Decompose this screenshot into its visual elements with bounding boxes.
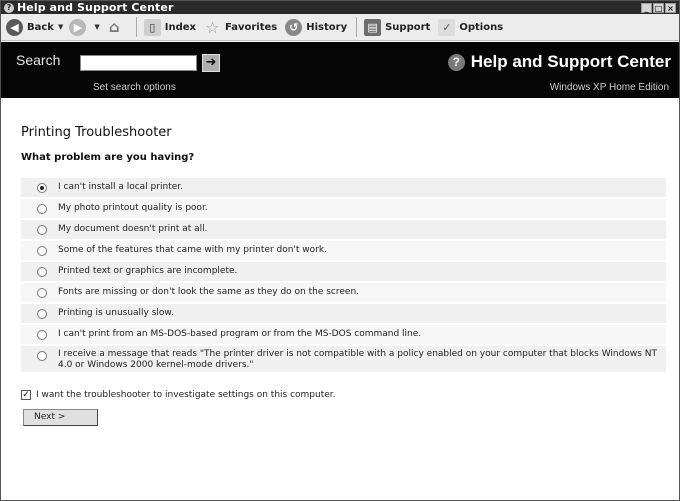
problem-option-label: I can't install a local printer. [58,182,183,192]
problem-option[interactable]: I receive a message that reads "The prin… [21,346,666,372]
problem-option[interactable]: My photo printout quality is poor. [21,199,666,218]
problem-option[interactable]: Fonts are missing or don't look the same… [21,283,666,302]
options-label: Options [459,21,504,33]
window-controls: _ □ × [641,2,676,13]
radio-button[interactable] [37,266,47,277]
investigate-label: I want the troubleshooter to investigate… [36,390,336,400]
forward-dropdown-icon[interactable]: ▼ [94,23,99,31]
radio-button[interactable] [37,329,47,340]
index-button[interactable]: ▯ Index [141,16,199,38]
help-and-support-window: ? Help and Support Center _ □ × ◀ Back ▼… [0,0,680,501]
windows-edition: Windows XP Home Edition [549,82,669,93]
set-search-options-link[interactable]: Set search options [93,82,176,93]
back-dropdown-icon[interactable]: ▼ [58,23,63,31]
help-center-header: Search ➜ Set search options ? Help and S… [1,42,679,98]
options-icon: ✓ [438,18,456,36]
help-question-icon: ? [447,53,465,71]
problem-option-label: I receive a message that reads "The prin… [58,349,658,370]
problem-option[interactable]: My document doesn't print at all. [21,220,666,239]
toolbar-separator [135,17,137,37]
support-icon: ▤ [364,18,382,36]
radio-button[interactable] [37,287,47,298]
problem-option[interactable]: Some of the features that came with my p… [21,241,666,260]
page-title: Printing Troubleshooter [21,125,172,140]
investigate-checkbox[interactable]: ✓ [21,390,31,400]
help-center-title-text: Help and Support Center [470,52,671,71]
title-bar: ? Help and Support Center _ □ × [1,1,679,14]
problem-options-list: I can't install a local printer. My phot… [21,178,666,374]
index-book-icon: ▯ [143,18,161,36]
support-button[interactable]: ▤ Support [361,16,433,38]
back-arrow-icon: ◀ [6,18,23,36]
close-icon[interactable]: × [665,2,676,13]
problem-option-label: Printed text or graphics are incomplete. [58,266,238,276]
next-button[interactable]: Next > [23,409,98,426]
history-clock-icon: ↺ [285,18,303,36]
search-go-button[interactable]: ➜ [202,54,220,72]
favorites-button[interactable]: ☆ Favorites [201,16,280,38]
problem-option[interactable]: I can't print from an MS-DOS-based progr… [21,325,666,344]
troubleshooter-content: Printing Troubleshooter What problem are… [1,98,679,500]
investigate-settings-option[interactable]: ✓ I want the troubleshooter to investiga… [21,390,336,400]
forward-arrow-icon: ▶ [69,18,87,36]
search-input[interactable] [80,55,197,71]
problem-option[interactable]: Printed text or graphics are incomplete. [21,262,666,281]
radio-button[interactable] [37,224,47,235]
problem-option-label: My document doesn't print at all. [58,224,208,234]
help-app-icon: ? [4,2,14,13]
problem-option-label: Some of the features that came with my p… [58,245,327,255]
favorites-star-icon: ☆ [205,17,220,37]
favorites-label: Favorites [224,21,278,33]
problem-option-label: My photo printout quality is poor. [58,203,208,213]
search-label: Search [16,52,61,68]
radio-button[interactable] [37,351,47,361]
minimize-icon[interactable]: _ [641,2,652,13]
home-button[interactable]: ⌂ [103,16,130,38]
window-title: Help and Support Center [17,1,174,14]
back-button[interactable]: ◀ Back [3,16,57,38]
home-icon: ⌂ [108,17,120,36]
history-label: History [306,21,348,33]
problem-option-label: Fonts are missing or don't look the same… [58,287,360,297]
options-button[interactable]: ✓ Options [435,16,506,38]
history-button[interactable]: ↺ History [282,16,350,38]
radio-button[interactable] [37,245,47,256]
radio-button[interactable] [37,308,47,319]
support-label: Support [385,21,431,33]
toolbar-separator [356,17,358,37]
maximize-icon[interactable]: □ [653,2,664,13]
question-heading: What problem are you having? [21,152,195,163]
problem-option[interactable]: I can't install a local printer. [21,178,666,197]
help-center-title: ? Help and Support Center [447,52,671,72]
radio-button-selected[interactable] [37,182,47,193]
problem-option[interactable]: Printing is unusually slow. [21,304,666,323]
navigation-toolbar: ◀ Back ▼ ▶ ▼ ⌂ ▯ Index ☆ Favorites ↺ His… [1,14,679,41]
forward-button[interactable]: ▶ [66,16,93,38]
problem-option-label: I can't print from an MS-DOS-based progr… [58,329,422,339]
radio-button[interactable] [37,203,47,214]
index-label: Index [164,21,196,33]
back-label: Back [27,21,54,33]
problem-option-label: Printing is unusually slow. [58,308,174,318]
